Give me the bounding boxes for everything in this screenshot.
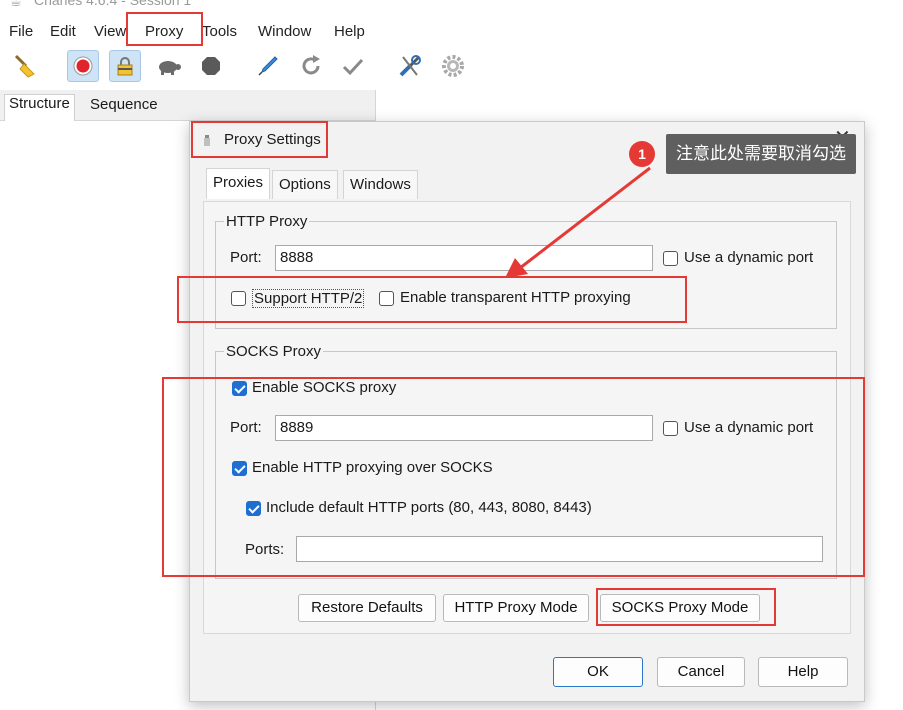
annotation-arrow-icon <box>505 166 651 278</box>
annotation-badge: 1 <box>629 141 655 167</box>
annotation-note: 注意此处需要取消勾选 <box>666 134 856 174</box>
